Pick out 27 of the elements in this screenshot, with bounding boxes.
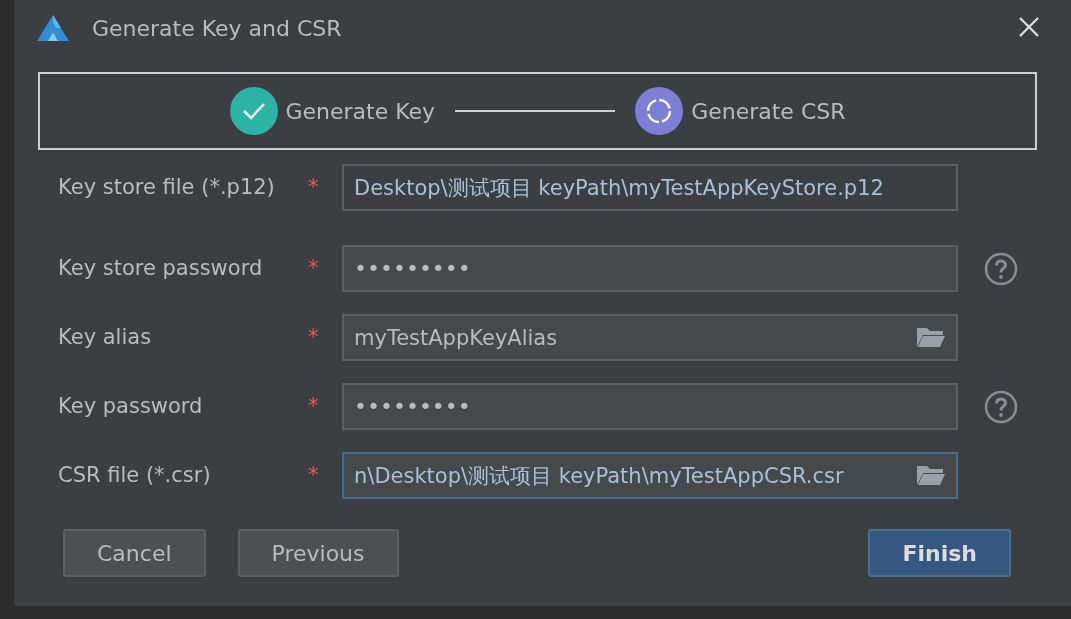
close-icon[interactable] [1017,14,1041,38]
required-marker: * [308,173,320,201]
dialog-button[interactable]: Cancel [63,529,206,577]
input-field[interactable]: ••••••••• [342,245,958,292]
dialog-button[interactable]: Previous [237,529,399,577]
input-field[interactable]: ••••••••• [342,383,958,430]
step-label: Generate CSR [691,97,846,126]
help-icon[interactable] [984,389,1018,424]
step-label: Generate Key [285,97,436,126]
field-label: Key password [58,392,204,420]
dialog-button[interactable]: Finish [868,529,1011,577]
required-marker: * [308,392,320,420]
required-marker: * [308,254,320,282]
window-title: Generate Key and CSR [92,14,342,43]
required-marker: * [308,323,320,351]
folder-icon[interactable] [916,325,946,349]
app-logo-icon [36,14,70,42]
field-label: Key store file (*.p12) [58,173,276,201]
field-label: Key alias [58,323,153,351]
input-field[interactable]: myTestAppKeyAlias [342,314,958,361]
input-field[interactable]: n\Desktop\测试项目 keyPath\myTestAppCSR.csr [342,452,958,499]
required-marker: * [308,461,320,489]
input-field[interactable]: Desktop\测试项目 keyPath\myTestAppKeyStore.p12 [342,164,958,211]
folder-icon[interactable] [916,463,946,487]
field-label: CSR file (*.csr) [58,461,212,489]
field-label: Key store password [58,254,264,282]
help-icon[interactable] [984,251,1018,286]
